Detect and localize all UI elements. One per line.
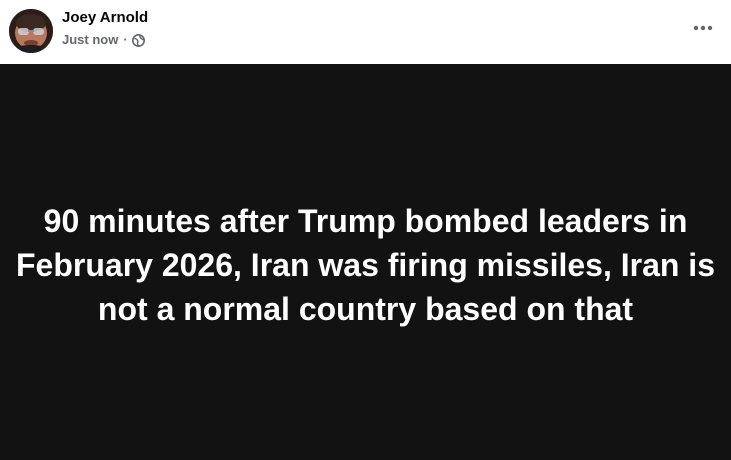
post-body-text: 90 minutes after Trump bombed leaders in…	[16, 203, 715, 327]
author-name[interactable]: Joey Arnold	[62, 9, 148, 27]
post-text-background: 90 minutes after Trump bombed leaders in…	[0, 64, 731, 460]
meta-separator: ·	[123, 32, 128, 47]
more-horizontal-icon	[693, 25, 713, 31]
post-timestamp[interactable]: Just now	[62, 32, 118, 48]
avatar[interactable]	[9, 9, 53, 53]
post-header: Joey Arnold Just now ·	[0, 0, 731, 64]
post-card: Joey Arnold Just now · 90 minutes after …	[0, 0, 731, 460]
post-meta: Just now ·	[62, 32, 145, 48]
avatar-photo	[9, 9, 53, 53]
globe-icon[interactable]	[131, 33, 145, 47]
more-options-button[interactable]	[687, 14, 719, 42]
